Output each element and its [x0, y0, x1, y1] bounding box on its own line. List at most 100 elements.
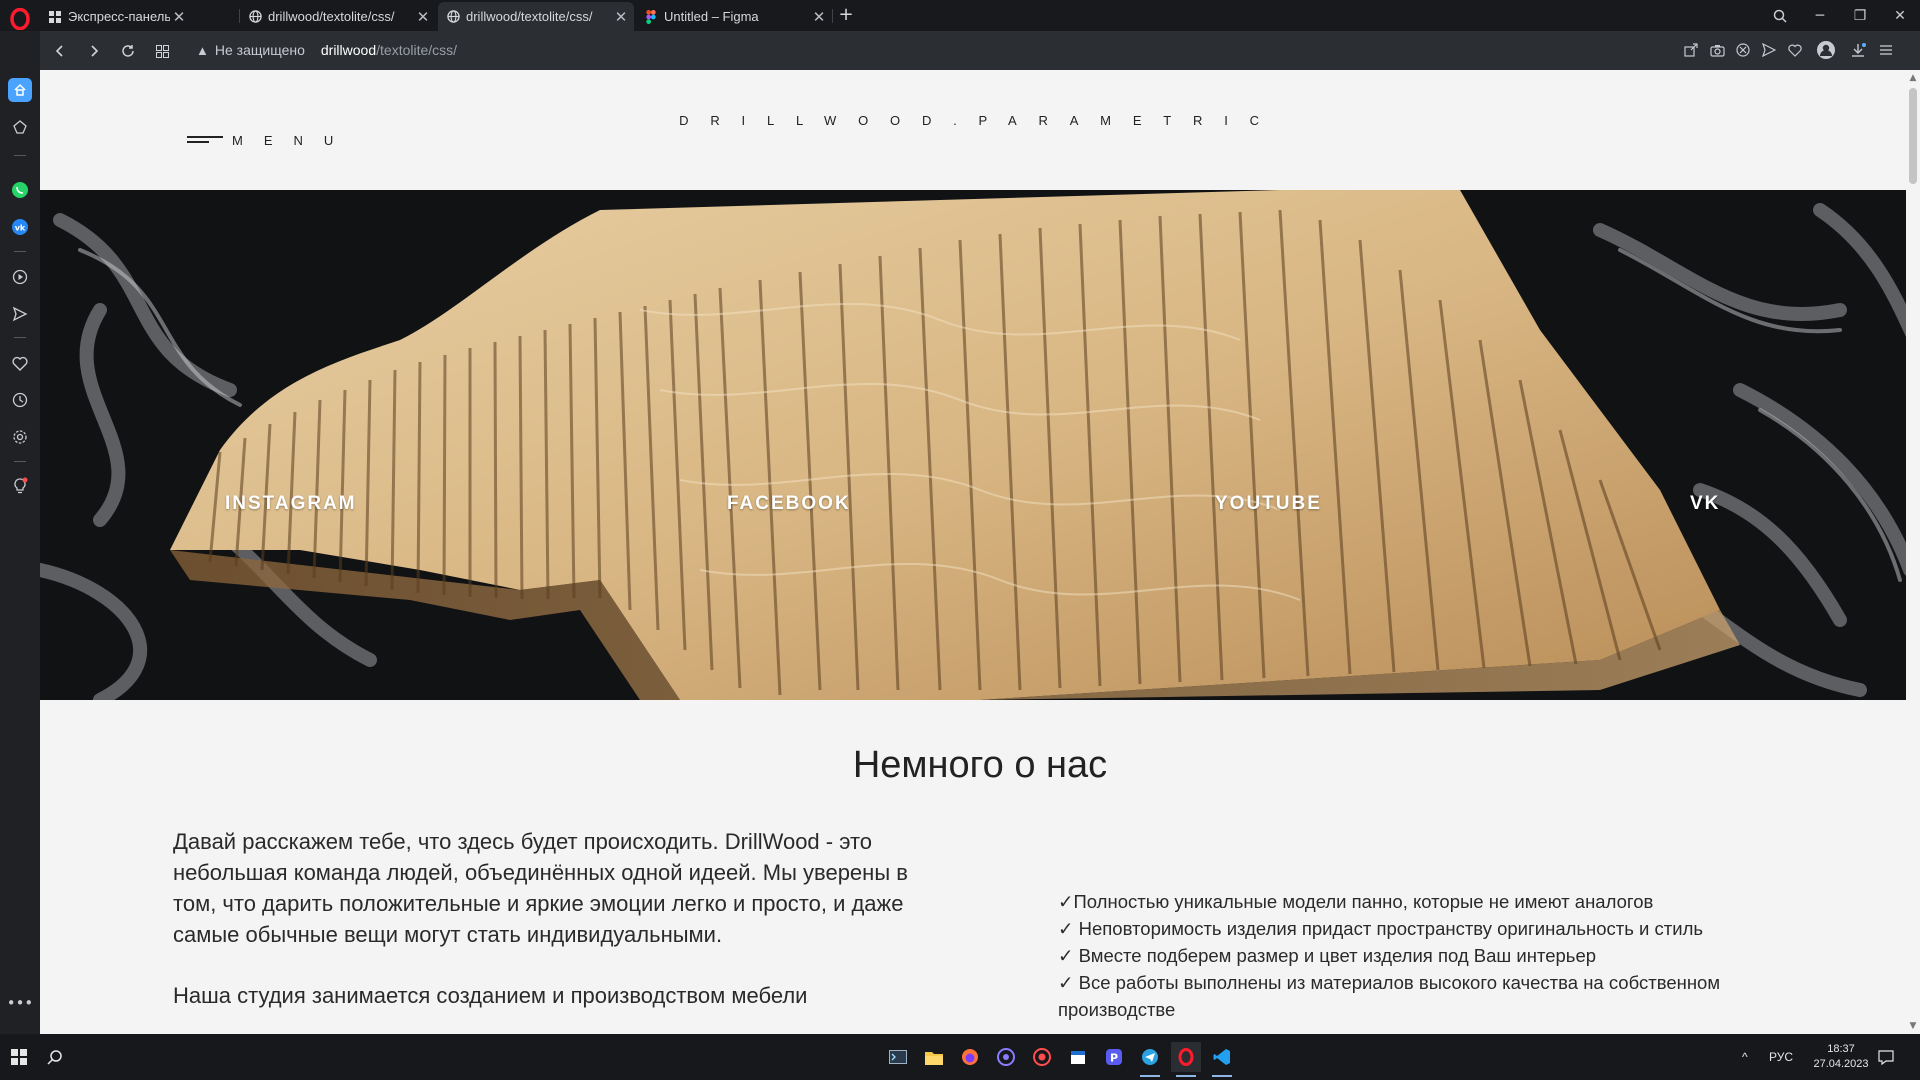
instagram-link[interactable]: INSTAGRAM	[225, 493, 357, 515]
features-list: ✓Полностью уникальные модели панно, кото…	[1058, 888, 1778, 1023]
feature-item: ✓Полностью уникальные модели панно, кото…	[1058, 891, 1654, 912]
vscode-icon[interactable]	[1207, 1042, 1237, 1077]
camera-icon[interactable]	[1707, 40, 1727, 60]
grid-icon	[48, 10, 62, 24]
tab-separator	[832, 9, 833, 23]
site-header: MENU DRILLWOOD.PARAMETRIC	[40, 70, 1920, 190]
page-viewport: MENU DRILLWOOD.PARAMETRIC INSTAGRAM FACE…	[40, 70, 1920, 1034]
figma-icon	[644, 9, 658, 24]
tab-strip: Экспресс-панель ✕ drillwood/textolite/cs…	[0, 0, 1920, 31]
about-paragraph: Наша студия занимается созданием и произ…	[173, 983, 808, 1008]
scroll-up-icon[interactable]: ▲	[1907, 72, 1919, 84]
hero-banner: INSTAGRAM FACEBOOK YOUTUBE VK	[40, 190, 1920, 700]
new-tab-button[interactable]: +	[835, 4, 857, 26]
close-icon[interactable]: ✕	[414, 8, 432, 26]
bookmarks-heart-icon[interactable]	[8, 351, 32, 375]
feature-item: ✓ Все работы выполнены из материалов выс…	[1058, 972, 1721, 1020]
scroll-down-icon[interactable]: ▼	[1907, 1020, 1919, 1032]
app-icon-purple[interactable]	[991, 1042, 1021, 1072]
home-icon[interactable]	[8, 78, 32, 102]
tab-drillwood-active[interactable]: drillwood/textolite/css/ ✕	[438, 2, 634, 31]
globe-icon	[446, 10, 460, 24]
feature-item: ✓ Неповторимость изделия придаст простра…	[1058, 918, 1704, 939]
clock[interactable]: 18:37 27.04.2023	[1806, 1034, 1876, 1080]
tab-title: drillwood/textolite/css/	[466, 9, 593, 24]
page-scrollbar[interactable]: ▲ ▼	[1906, 70, 1920, 1034]
about-title: Немного о нас	[852, 744, 1108, 786]
record-icon[interactable]	[1027, 1042, 1057, 1072]
menu-hamburger-icon[interactable]	[187, 136, 223, 144]
pinboard-icon[interactable]	[8, 115, 32, 139]
send-icon[interactable]	[1759, 40, 1779, 60]
file-explorer-icon[interactable]	[919, 1042, 949, 1072]
site-brand[interactable]: DRILLWOOD.PARAMETRIC	[40, 113, 1920, 128]
close-window-button[interactable]: ✕	[1880, 0, 1920, 31]
search-tabs-icon[interactable]	[1760, 0, 1800, 31]
tab-title: Экспресс-панель	[68, 9, 170, 24]
more-options-icon[interactable]: •••	[7, 991, 34, 1015]
restore-button[interactable]: ❐	[1840, 0, 1880, 31]
close-icon[interactable]: ✕	[612, 8, 630, 26]
tab-express-panel[interactable]: Экспресс-панель ✕	[40, 2, 192, 31]
address-bar-row: ▲ Не защищено drillwood/textolite/css/	[40, 31, 1920, 70]
menu-label[interactable]: MENU	[232, 133, 354, 148]
sidebar-divider	[14, 461, 26, 462]
close-icon[interactable]: ✕	[810, 8, 828, 26]
tab-title: Untitled – Figma	[664, 9, 759, 24]
my-flow-icon[interactable]	[8, 302, 32, 326]
forward-icon[interactable]	[82, 39, 106, 63]
terminal-icon[interactable]	[883, 1042, 913, 1072]
sidebar-divider	[14, 155, 26, 156]
vk-icon[interactable]: vk	[8, 215, 32, 239]
notifications-icon[interactable]	[1878, 1034, 1894, 1080]
tab-drillwood-1[interactable]: drillwood/textolite/css/ ✕	[240, 2, 436, 31]
player-icon[interactable]	[8, 265, 32, 289]
whatsapp-icon[interactable]	[8, 178, 32, 202]
reload-icon[interactable]	[116, 39, 140, 63]
windows-start-icon[interactable]	[4, 1042, 34, 1072]
profile-avatar-icon[interactable]	[1816, 40, 1836, 60]
tips-lightbulb-icon[interactable]	[8, 474, 32, 498]
scrollbar-thumb[interactable]	[1909, 88, 1917, 184]
globe-icon	[248, 10, 262, 24]
calendar-icon[interactable]	[1063, 1042, 1093, 1072]
search-icon[interactable]	[40, 1042, 70, 1072]
about-paragraph: Давай расскажем тебе, что здесь будет пр…	[173, 829, 908, 947]
hero-image	[40, 190, 1920, 700]
youtube-link[interactable]: YOUTUBE	[1215, 493, 1322, 515]
close-icon[interactable]: ✕	[170, 8, 188, 26]
svg-text:vk: vk	[15, 224, 26, 233]
tray-chevron-icon[interactable]: ^	[1742, 1034, 1748, 1080]
history-icon[interactable]	[8, 388, 32, 412]
tab-figma[interactable]: Untitled – Figma ✕	[636, 2, 832, 31]
firefox-icon[interactable]	[955, 1042, 985, 1072]
sidebar-divider	[14, 337, 26, 338]
security-label: Не защищено	[214, 42, 305, 58]
url-path: /textolite/css/	[376, 42, 458, 58]
heart-icon[interactable]	[1785, 40, 1805, 60]
p-app-icon[interactable]: P	[1099, 1042, 1129, 1072]
settings-gear-icon[interactable]	[8, 425, 32, 449]
svg-text:P: P	[1110, 1052, 1118, 1065]
easy-setup-icon[interactable]	[1876, 40, 1896, 60]
clock-time: 18:37	[1827, 1043, 1855, 1055]
facebook-link[interactable]: FACEBOOK	[727, 493, 851, 515]
share-icon[interactable]	[1681, 40, 1701, 60]
warning-icon[interactable]: ▲	[196, 43, 209, 58]
minimize-button[interactable]: ─	[1800, 0, 1840, 31]
back-icon[interactable]	[48, 39, 72, 63]
tiles-icon[interactable]	[150, 39, 174, 63]
windows-taskbar: P ^ РУС 18:37 27.04.2023	[0, 1034, 1920, 1080]
about-text: Давай расскажем тебе, что здесь будет пр…	[173, 826, 933, 1034]
language-indicator[interactable]: РУС	[1769, 1034, 1793, 1080]
feature-item: ✓ Вместе подберем размер и цвет изделия …	[1058, 945, 1597, 966]
vk-link[interactable]: VK	[1690, 493, 1720, 515]
url-host: drillwood	[320, 42, 377, 58]
url-field[interactable]: ▲ Не защищено drillwood/textolite/css/	[196, 38, 457, 62]
opera-logo-icon[interactable]	[7, 6, 33, 32]
adblock-icon[interactable]	[1733, 40, 1753, 60]
download-icon[interactable]	[1848, 40, 1868, 60]
opera-sidebar: vk •••	[0, 31, 40, 1034]
opera-taskbar-icon[interactable]	[1171, 1042, 1201, 1077]
telegram-icon[interactable]	[1135, 1042, 1165, 1077]
